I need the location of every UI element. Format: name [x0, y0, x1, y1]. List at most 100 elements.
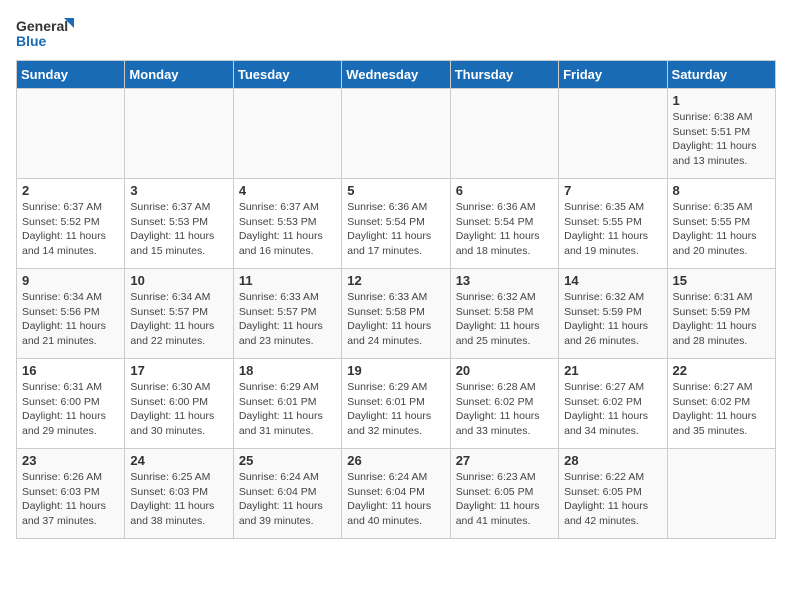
day-info: Sunrise: 6:31 AMSunset: 6:00 PMDaylight:… [22, 380, 119, 439]
day-info: Sunrise: 6:33 AMSunset: 5:58 PMDaylight:… [347, 290, 444, 349]
calendar-cell: 21 Sunrise: 6:27 AMSunset: 6:02 PMDayligh… [559, 359, 667, 449]
day-number: 7 [564, 183, 661, 198]
day-info: Sunrise: 6:35 AMSunset: 5:55 PMDaylight:… [673, 200, 770, 259]
day-info: Sunrise: 6:31 AMSunset: 5:59 PMDaylight:… [673, 290, 770, 349]
weekday-header-sunday: Sunday [17, 61, 125, 89]
logo: GeneralBlue [16, 16, 76, 52]
day-number: 11 [239, 273, 336, 288]
day-number: 27 [456, 453, 553, 468]
day-info: Sunrise: 6:26 AMSunset: 6:03 PMDaylight:… [22, 470, 119, 529]
day-info: Sunrise: 6:29 AMSunset: 6:01 PMDaylight:… [347, 380, 444, 439]
calendar-cell: 24Sunrise: 6:25 AMSunset: 6:03 PMDayligh… [125, 449, 233, 539]
calendar-cell [342, 89, 450, 179]
day-info: Sunrise: 6:24 AMSunset: 6:04 PMDaylight:… [347, 470, 444, 529]
calendar-cell: 23 Sunrise: 6:26 AMSunset: 6:03 PMDayligh… [17, 449, 125, 539]
day-number: 3 [130, 183, 227, 198]
calendar-cell [559, 89, 667, 179]
calendar-cell: 2 Sunrise: 6:37 AMSunset: 5:52 PMDaylight… [17, 179, 125, 269]
day-info: Sunrise: 6:23 AMSunset: 6:05 PMDaylight:… [456, 470, 553, 529]
day-info: Sunrise: 6:36 AMSunset: 5:54 PMDaylight:… [456, 200, 553, 259]
logo-svg: GeneralBlue [16, 16, 76, 52]
day-info: Sunrise: 6:27 AMSunset: 6:02 PMDaylight:… [673, 380, 770, 439]
calendar-cell: 19Sunrise: 6:29 AMSunset: 6:01 PMDayligh… [342, 359, 450, 449]
header: GeneralBlue [16, 16, 776, 52]
calendar-cell: 22 Sunrise: 6:27 AMSunset: 6:02 PMDayligh… [667, 359, 775, 449]
weekday-header-tuesday: Tuesday [233, 61, 341, 89]
calendar-cell [125, 89, 233, 179]
day-info: Sunrise: 6:24 AMSunset: 6:04 PMDaylight:… [239, 470, 336, 529]
calendar-cell: 27 Sunrise: 6:23 AMSunset: 6:05 PMDayligh… [450, 449, 558, 539]
calendar-cell: 1 Sunrise: 6:38 AMSunset: 5:51 PMDaylight… [667, 89, 775, 179]
day-info: Sunrise: 6:30 AMSunset: 6:00 PMDaylight:… [130, 380, 227, 439]
day-number: 23 [22, 453, 119, 468]
day-number: 26 [347, 453, 444, 468]
calendar-cell: 9 Sunrise: 6:34 AMSunset: 5:56 PMDaylight… [17, 269, 125, 359]
day-number: 12 [347, 273, 444, 288]
calendar-cell [667, 449, 775, 539]
day-info: Sunrise: 6:38 AMSunset: 5:51 PMDaylight:… [673, 110, 770, 169]
day-info: Sunrise: 6:34 AMSunset: 5:57 PMDaylight:… [130, 290, 227, 349]
day-info: Sunrise: 6:32 AMSunset: 5:58 PMDaylight:… [456, 290, 553, 349]
calendar-cell: 6 Sunrise: 6:36 AMSunset: 5:54 PMDaylight… [450, 179, 558, 269]
day-info: Sunrise: 6:35 AMSunset: 5:55 PMDaylight:… [564, 200, 661, 259]
calendar-week-row: 23 Sunrise: 6:26 AMSunset: 6:03 PMDayligh… [17, 449, 776, 539]
calendar-week-row: 1 Sunrise: 6:38 AMSunset: 5:51 PMDaylight… [17, 89, 776, 179]
calendar-cell: 28Sunrise: 6:22 AMSunset: 6:05 PMDayligh… [559, 449, 667, 539]
day-info: Sunrise: 6:22 AMSunset: 6:05 PMDaylight:… [564, 470, 661, 529]
day-info: Sunrise: 6:28 AMSunset: 6:02 PMDaylight:… [456, 380, 553, 439]
calendar-cell: 11Sunrise: 6:33 AMSunset: 5:57 PMDayligh… [233, 269, 341, 359]
calendar-body: 1 Sunrise: 6:38 AMSunset: 5:51 PMDaylight… [17, 89, 776, 539]
calendar-header-row: SundayMondayTuesdayWednesdayThursdayFrid… [17, 61, 776, 89]
weekday-header-monday: Monday [125, 61, 233, 89]
calendar-cell: 14 Sunrise: 6:32 AMSunset: 5:59 PMDayligh… [559, 269, 667, 359]
calendar-cell: 4Sunrise: 6:37 AMSunset: 5:53 PMDaylight… [233, 179, 341, 269]
day-number: 2 [22, 183, 119, 198]
day-info: Sunrise: 6:32 AMSunset: 5:59 PMDaylight:… [564, 290, 661, 349]
weekday-header-wednesday: Wednesday [342, 61, 450, 89]
day-number: 8 [673, 183, 770, 198]
day-number: 25 [239, 453, 336, 468]
day-number: 1 [673, 93, 770, 108]
calendar-cell: 17 Sunrise: 6:30 AMSunset: 6:00 PMDayligh… [125, 359, 233, 449]
day-number: 21 [564, 363, 661, 378]
weekday-header-thursday: Thursday [450, 61, 558, 89]
day-number: 6 [456, 183, 553, 198]
calendar-cell: 15 Sunrise: 6:31 AMSunset: 5:59 PMDayligh… [667, 269, 775, 359]
day-info: Sunrise: 6:37 AMSunset: 5:53 PMDaylight:… [130, 200, 227, 259]
calendar-week-row: 2 Sunrise: 6:37 AMSunset: 5:52 PMDaylight… [17, 179, 776, 269]
day-number: 15 [673, 273, 770, 288]
calendar-cell: 7 Sunrise: 6:35 AMSunset: 5:55 PMDaylight… [559, 179, 667, 269]
day-info: Sunrise: 6:27 AMSunset: 6:02 PMDaylight:… [564, 380, 661, 439]
calendar-cell: 18 Sunrise: 6:29 AMSunset: 6:01 PMDayligh… [233, 359, 341, 449]
day-info: Sunrise: 6:36 AMSunset: 5:54 PMDaylight:… [347, 200, 444, 259]
day-number: 22 [673, 363, 770, 378]
calendar-cell: 8 Sunrise: 6:35 AMSunset: 5:55 PMDaylight… [667, 179, 775, 269]
svg-text:Blue: Blue [16, 33, 47, 49]
day-info: Sunrise: 6:37 AMSunset: 5:52 PMDaylight:… [22, 200, 119, 259]
calendar-cell: 12 Sunrise: 6:33 AMSunset: 5:58 PMDayligh… [342, 269, 450, 359]
day-info: Sunrise: 6:29 AMSunset: 6:01 PMDaylight:… [239, 380, 336, 439]
calendar-cell: 10Sunrise: 6:34 AMSunset: 5:57 PMDayligh… [125, 269, 233, 359]
day-number: 14 [564, 273, 661, 288]
calendar-cell: 26 Sunrise: 6:24 AMSunset: 6:04 PMDayligh… [342, 449, 450, 539]
day-number: 18 [239, 363, 336, 378]
day-number: 24 [130, 453, 227, 468]
day-number: 5 [347, 183, 444, 198]
calendar-cell [17, 89, 125, 179]
calendar-week-row: 16Sunrise: 6:31 AMSunset: 6:00 PMDayligh… [17, 359, 776, 449]
svg-text:General: General [16, 18, 68, 34]
calendar-cell: 16Sunrise: 6:31 AMSunset: 6:00 PMDayligh… [17, 359, 125, 449]
calendar-cell: 3 Sunrise: 6:37 AMSunset: 5:53 PMDaylight… [125, 179, 233, 269]
calendar-cell: 25 Sunrise: 6:24 AMSunset: 6:04 PMDayligh… [233, 449, 341, 539]
calendar-week-row: 9 Sunrise: 6:34 AMSunset: 5:56 PMDaylight… [17, 269, 776, 359]
calendar-table: SundayMondayTuesdayWednesdayThursdayFrid… [16, 60, 776, 539]
calendar-cell: 13Sunrise: 6:32 AMSunset: 5:58 PMDayligh… [450, 269, 558, 359]
day-number: 9 [22, 273, 119, 288]
day-number: 20 [456, 363, 553, 378]
calendar-cell: 5 Sunrise: 6:36 AMSunset: 5:54 PMDaylight… [342, 179, 450, 269]
day-number: 17 [130, 363, 227, 378]
weekday-header-friday: Friday [559, 61, 667, 89]
day-info: Sunrise: 6:34 AMSunset: 5:56 PMDaylight:… [22, 290, 119, 349]
weekday-header-saturday: Saturday [667, 61, 775, 89]
day-number: 4 [239, 183, 336, 198]
